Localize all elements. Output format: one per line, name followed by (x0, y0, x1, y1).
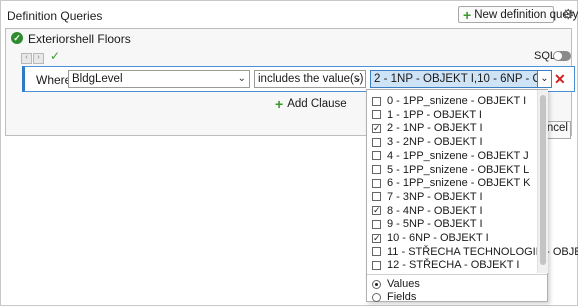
checkbox[interactable]: ✓ (372, 123, 381, 133)
query-name[interactable]: Exteriorshell Floors (28, 32, 131, 46)
chevron-down-icon[interactable]: ⌄ (537, 71, 551, 87)
add-clause-label: Add Clause (287, 98, 347, 110)
value-option[interactable]: 5 - 1PP_snizene - OBJEKT L (372, 163, 529, 177)
toggle-knob (554, 52, 562, 60)
remove-clause-icon[interactable]: ✕ (554, 71, 566, 88)
value-option-label: 4 - 1PP_snizene - OBJEKT J (387, 149, 529, 162)
move-down-button[interactable]: › (33, 53, 44, 64)
panel-title: Definition Queries (7, 9, 103, 23)
where-label: Where (36, 73, 72, 87)
value-option-label: 11 - STŘECHA TECHNOLOGIE - OBJEKT I (387, 245, 578, 258)
value-option[interactable]: 7 - 3NP - OBJEKT I (372, 190, 483, 204)
value-option-label: 0 - 1PP_snizene - OBJEKT I (387, 95, 527, 107)
checkbox[interactable]: ✓ (372, 206, 381, 216)
value-option-label: 2 - 1NP - OBJEKT I (387, 122, 483, 135)
value-option[interactable]: 0 - 1PP_snizene - OBJEKT I (372, 94, 526, 108)
checkbox[interactable] (372, 96, 381, 106)
value-option[interactable]: 4 - 1PP_snizene - OBJEKT J (372, 149, 529, 163)
values-select[interactable]: 2 - 1NP - OBJEKT I,10 - 6NP - OBJEKT I,8… (370, 70, 552, 88)
checkbox[interactable] (372, 110, 381, 120)
chevron-down-icon: ⌄ (353, 73, 362, 84)
checkbox[interactable] (372, 219, 381, 229)
radio-button[interactable] (372, 279, 381, 289)
checkbox[interactable] (372, 260, 381, 270)
field-select[interactable]: BldgLevel ⌄ (68, 70, 250, 88)
value-option-label: 8 - 4NP - OBJEKT I (387, 204, 483, 217)
scrollbar[interactable] (537, 90, 548, 273)
definition-queries-panel: Definition Queries + New definition quer… (0, 0, 578, 306)
value-option[interactable]: ✓ 8 - 4NP - OBJEKT I (372, 204, 483, 218)
value-option[interactable]: 3 - 2NP - OBJEKT I (372, 135, 483, 149)
radio-button[interactable] (372, 292, 381, 302)
checkbox[interactable]: ✓ (372, 233, 381, 243)
new-definition-query-button[interactable]: + New definition query ▾ (458, 6, 578, 23)
value-option-label: 1 - 1PP - OBJEKT I (387, 108, 482, 121)
value-option-label: 10 - 6NP - OBJEKT I (387, 232, 489, 244)
apply-check-icon[interactable]: ✓ (50, 49, 60, 63)
checkbox[interactable] (372, 137, 381, 147)
value-option[interactable]: 9 - 5NP - OBJEKT I (372, 217, 483, 231)
operator-select-value: includes the value(s) (258, 73, 364, 85)
checkbox[interactable] (372, 178, 381, 188)
plus-icon: + (463, 6, 472, 23)
value-option[interactable]: 1 - 1PP - OBJEKT I (372, 108, 482, 122)
value-option[interactable]: ✓ 10 - 6NP - OBJEKT I (372, 231, 489, 245)
value-option[interactable]: 6 - 1PP_snizene - OBJEKT K (372, 176, 530, 190)
mode-option-label: Fields (387, 291, 417, 303)
values-select-value: 2 - 1NP - OBJEKT I,10 - 6NP - OBJEKT I,8… (374, 73, 542, 85)
chevron-down-icon: ⌄ (237, 73, 246, 84)
gear-icon[interactable]: ⚙ (562, 6, 575, 23)
scrollbar-thumb[interactable] (540, 95, 546, 265)
value-option-label: 12 - STŘECHA - OBJEKT I (387, 259, 520, 272)
value-option[interactable]: 12 - STŘECHA - OBJEKT I (372, 258, 519, 272)
mode-option-1[interactable]: Fields (372, 291, 416, 303)
value-option-label: 3 - 2NP - OBJEKT I (387, 136, 483, 149)
mode-option-label: Values (387, 278, 420, 290)
divider (367, 274, 547, 275)
value-option-label: 5 - 1PP_snizene - OBJEKT L (387, 163, 530, 176)
values-list: 0 - 1PP_snizene - OBJEKT I1 - 1PP - OBJE… (367, 90, 578, 273)
active-check-icon[interactable]: ✓ (11, 32, 23, 44)
field-select-value: BldgLevel (72, 73, 123, 85)
sql-toggle[interactable] (553, 51, 571, 61)
value-option-label: 9 - 5NP - OBJEKT I (387, 218, 483, 231)
move-up-button[interactable]: ‹ (21, 53, 32, 64)
values-dropdown: 0 - 1PP_snizene - OBJEKT I1 - 1PP - OBJE… (366, 89, 578, 303)
checkbox[interactable] (372, 151, 381, 161)
checkbox[interactable] (372, 165, 381, 174)
plus-icon: + (275, 96, 284, 112)
add-clause-button[interactable]: + Add Clause (275, 96, 347, 112)
value-option-label: 7 - 3NP - OBJEKT I (387, 190, 483, 203)
operator-select[interactable]: includes the value(s) ⌄ (254, 70, 366, 88)
checkbox[interactable] (372, 247, 381, 257)
mode-option-0[interactable]: Values (372, 278, 420, 290)
value-option-label: 6 - 1PP_snizene - OBJEKT K (387, 177, 531, 190)
value-option[interactable]: ✓ 2 - 1NP - OBJEKT I (372, 121, 483, 135)
checkbox[interactable] (372, 192, 381, 202)
